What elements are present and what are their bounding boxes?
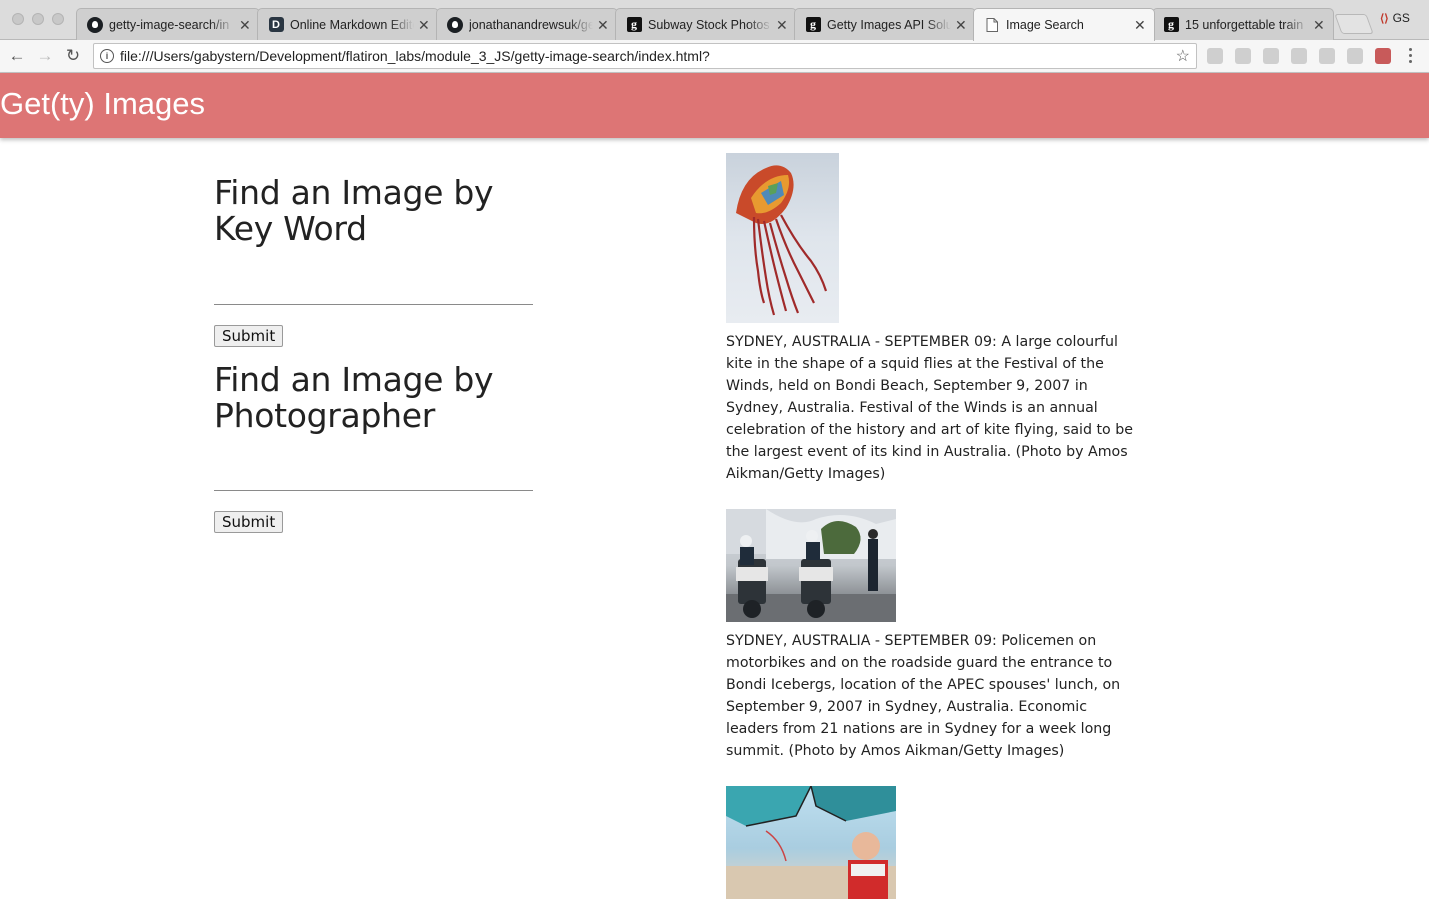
profile-button[interactable]: ⟨⟩ GS — [1380, 11, 1410, 25]
page-icon — [984, 17, 1000, 33]
github-icon — [447, 16, 463, 33]
reload-button[interactable]: ↻ — [62, 45, 84, 67]
extension-icon[interactable] — [1319, 48, 1335, 64]
close-tab-icon[interactable]: ✕ — [597, 18, 609, 32]
close-tab-icon[interactable]: ✕ — [418, 18, 430, 32]
tab-title: Subway Stock Photos — [648, 17, 770, 32]
info-icon[interactable]: i — [100, 49, 114, 63]
extension-json-icon[interactable] — [1291, 48, 1307, 64]
close-tab-icon[interactable]: ✕ — [1134, 18, 1146, 32]
close-tab-icon[interactable]: ✕ — [1313, 18, 1325, 32]
forward-button[interactable]: → — [34, 45, 56, 67]
result-item: SYDNEY, AUSTRALIA - SEPTEMBER 09: Police… — [726, 509, 1136, 762]
tab-title: Image Search — [1006, 18, 1084, 32]
close-tab-icon[interactable]: ✕ — [239, 18, 251, 32]
browser-tab-strip: getty-image-search/in ✕ D Online Markdow… — [0, 0, 1429, 41]
cast-icon[interactable] — [1263, 48, 1279, 64]
window-zoom-button[interactable] — [52, 13, 64, 25]
tab-title: getty-image-search/in — [109, 17, 230, 32]
browser-tab[interactable]: g Getty Images API Solu ✕ — [794, 8, 976, 40]
result-caption: SYDNEY, AUSTRALIA - SEPTEMBER 09: A larg… — [726, 334, 1133, 482]
getty-icon: g — [626, 17, 642, 33]
photographer-submit-button[interactable]: Submit — [214, 511, 284, 534]
keyword-form-heading: Find an Image by Key Word — [214, 173, 494, 249]
extension-icon[interactable] — [1235, 48, 1251, 64]
close-tab-icon[interactable]: ✕ — [776, 18, 788, 32]
photographer-search-form: Find an Image by Photographer Submit — [214, 359, 544, 534]
getty-icon: g — [1163, 17, 1179, 33]
result-item: SYDNEY, AUSTRALIA - SEPTEMBER 09: A larg… — [726, 153, 1136, 485]
browser-tab[interactable]: getty-image-search/in ✕ — [76, 8, 260, 40]
window-close-button[interactable] — [12, 13, 24, 25]
profile-label: GS — [1392, 11, 1410, 25]
result-image[interactable] — [726, 153, 839, 323]
keyword-submit-button[interactable]: Submit — [214, 324, 284, 347]
app-title: Get(ty) Images — [0, 86, 205, 121]
extension-icon[interactable] — [1347, 48, 1363, 64]
getty-icon: g — [805, 17, 821, 33]
result-caption: SYDNEY, AUSTRALIA - SEPTEMBER 09: Police… — [726, 633, 1121, 759]
new-tab-button[interactable] — [1334, 14, 1374, 34]
result-item — [726, 786, 1136, 899]
browser-menu-icon[interactable] — [1405, 45, 1415, 65]
address-bar[interactable]: i file:///Users/gabystern/Development/fl… — [93, 43, 1197, 69]
bookmark-star-icon[interactable]: ☆ — [1176, 46, 1190, 66]
app-header: Get(ty) Images — [0, 73, 1429, 138]
github-icon — [87, 16, 103, 33]
search-results: SYDNEY, AUSTRALIA - SEPTEMBER 09: A larg… — [726, 153, 1136, 923]
search-forms: Find an Image by Key Word Submit Find an… — [214, 138, 544, 534]
browser-tab[interactable]: g 15 unforgettable train ✕ — [1152, 8, 1334, 40]
forward-arrow-icon: → — [36, 46, 54, 65]
tab-title: jonathanandrewsuk/ge — [469, 17, 593, 32]
browser-tab[interactable]: jonathanandrewsuk/ge ✕ — [436, 8, 618, 40]
result-image[interactable] — [726, 509, 896, 622]
dillinger-icon: D — [268, 17, 284, 33]
tab-title: 15 unforgettable train — [1185, 17, 1304, 32]
keyword-search-form: Find an Image by Key Word Submit — [214, 173, 544, 347]
close-tab-icon[interactable]: ✕ — [955, 18, 967, 32]
profile-icon: ⟨⟩ — [1380, 12, 1389, 25]
tab-title: Online Markdown Editor — [290, 17, 414, 32]
reload-icon: ↻ — [65, 46, 81, 65]
extension-icon[interactable] — [1375, 48, 1391, 64]
tab-title: Getty Images API Solu — [827, 17, 951, 32]
extension-skype-icon[interactable] — [1207, 48, 1223, 64]
result-image[interactable] — [726, 786, 896, 899]
back-arrow-icon: ← — [8, 46, 26, 65]
keyword-input[interactable] — [214, 277, 533, 305]
browser-tab-active[interactable]: Image Search ✕ — [973, 8, 1155, 41]
photographer-input[interactable] — [214, 464, 533, 492]
browser-tab[interactable]: D Online Markdown Editor ✕ — [257, 8, 439, 40]
window-minimize-button[interactable] — [32, 13, 44, 25]
browser-tab[interactable]: g Subway Stock Photos ✕ — [615, 8, 797, 40]
back-button[interactable]: ← — [6, 45, 28, 67]
address-bar-url[interactable]: file:///Users/gabystern/Development/flat… — [120, 48, 1176, 64]
photographer-form-heading: Find an Image by Photographer — [214, 359, 494, 435]
